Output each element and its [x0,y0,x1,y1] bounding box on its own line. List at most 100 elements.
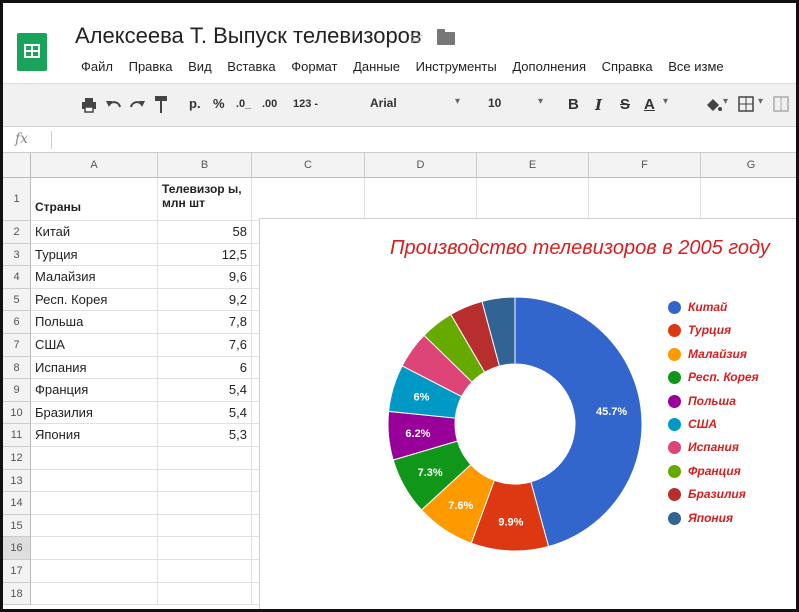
table-cell[interactable] [158,582,252,606]
row-header[interactable]: 1 [3,178,31,221]
sheets-logo-icon[interactable] [17,33,47,71]
bold-button[interactable]: B [568,96,579,113]
row-header[interactable]: 4 [3,266,31,289]
row-header[interactable]: 12 [3,447,31,470]
column-header-g[interactable]: G [701,153,796,178]
text-color-button[interactable]: A [644,96,655,113]
font-family-dropdown[interactable]: Arial [370,96,397,110]
cell-value[interactable]: 7,8 [158,311,252,334]
column-header-c[interactable]: C [252,153,365,178]
menu-addons[interactable]: Дополнения [512,59,586,74]
cell-value[interactable]: 58 [158,221,252,244]
chevron-down-icon[interactable]: ▾ [538,96,543,107]
cell-value[interactable]: 5,4 [158,379,252,402]
cell-country[interactable]: Бразилия [31,401,158,425]
row-header[interactable]: 3 [3,243,31,267]
borders-icon[interactable] [738,96,754,112]
table-cell[interactable] [31,514,158,538]
strikethrough-button[interactable]: S [620,96,630,113]
number-format-dropdown[interactable]: 123 - [293,98,318,110]
cell-country[interactable]: США [31,334,158,357]
table-cell[interactable] [31,582,158,606]
table-cell[interactable] [31,560,158,583]
cell-value[interactable]: 6 [158,356,252,380]
cell-country[interactable]: Китай [31,221,158,244]
star-icon[interactable]: ☆ [408,27,424,48]
menu-format[interactable]: Формат [291,59,337,74]
table-cell[interactable] [158,469,252,493]
undo-icon[interactable] [106,97,122,113]
chevron-down-icon[interactable]: ▾ [758,96,763,107]
column-header-d[interactable]: D [365,153,477,178]
table-cell[interactable] [31,492,158,515]
column-header-b[interactable]: B [158,153,252,178]
cell-value[interactable]: 12,5 [158,243,252,267]
cell-country[interactable]: Испания [31,356,158,380]
cell-country[interactable]: Польша [31,311,158,334]
row-header[interactable]: 14 [3,492,31,515]
row-header[interactable]: 13 [3,469,31,493]
table-cell[interactable] [158,560,252,583]
donut-chart[interactable]: Производство телевизоров в 2005 году 45.… [259,218,796,609]
chevron-down-icon[interactable]: ▾ [723,96,728,107]
row-header[interactable]: 6 [3,311,31,334]
cell-value[interactable]: 5,4 [158,401,252,425]
table-cell[interactable] [158,514,252,538]
row-header[interactable]: 9 [3,379,31,402]
row-header[interactable]: 8 [3,356,31,380]
folder-icon[interactable] [437,29,455,45]
table-cell[interactable] [31,537,158,560]
font-size-dropdown[interactable]: 10 [488,96,501,110]
table-cell[interactable] [252,178,365,221]
redo-icon[interactable] [129,97,145,113]
menu-view[interactable]: Вид [188,59,212,74]
paint-format-icon[interactable] [154,95,168,114]
cell-country[interactable]: Турция [31,243,158,267]
column-header-a[interactable]: A [31,153,158,178]
cell-value[interactable]: 9,6 [158,266,252,289]
table-cell[interactable] [701,178,796,221]
merge-cells-icon[interactable] [773,96,789,112]
cell-country[interactable]: Респ. Корея [31,288,158,312]
menu-file[interactable]: Файл [81,59,113,74]
italic-button[interactable]: I [595,96,602,114]
row-header[interactable]: 15 [3,514,31,538]
decrease-decimal-button[interactable]: .0_ [236,98,251,110]
print-icon[interactable] [81,97,97,113]
row-header[interactable]: 17 [3,560,31,583]
cell-country[interactable]: Япония [31,424,158,447]
cell-value[interactable]: 5,3 [158,424,252,447]
table-header-tv[interactable]: Телевизор ы, млн шт [158,178,252,221]
row-header[interactable]: 10 [3,401,31,425]
table-cell[interactable] [158,492,252,515]
table-cell[interactable] [589,178,701,221]
cell-country[interactable]: Малайзия [31,266,158,289]
table-cell[interactable] [365,178,477,221]
table-cell[interactable] [31,447,158,470]
table-cell[interactable] [158,447,252,470]
row-header[interactable]: 2 [3,221,31,244]
table-header-country[interactable]: Страны [31,178,158,221]
chevron-down-icon[interactable]: ▾ [455,96,460,107]
table-cell[interactable] [477,178,589,221]
select-all-corner[interactable] [3,153,31,178]
table-cell[interactable] [31,469,158,493]
document-title[interactable]: Алексеева Т. Выпуск телевизоров [75,23,422,49]
fill-color-icon[interactable] [704,96,722,114]
cell-country[interactable]: Франция [31,379,158,402]
row-header[interactable]: 7 [3,334,31,357]
percent-format-button[interactable]: % [213,96,225,111]
menu-all-changes[interactable]: Все изме [668,59,723,74]
row-header[interactable]: 5 [3,288,31,312]
menu-tools[interactable]: Инструменты [416,59,497,74]
table-cell[interactable] [158,537,252,560]
cell-value[interactable]: 7,6 [158,334,252,357]
cell-value[interactable]: 9,2 [158,288,252,312]
row-header[interactable]: 18 [3,582,31,606]
currency-format-button[interactable]: р. [189,96,201,111]
menu-data[interactable]: Данные [353,59,400,74]
column-header-f[interactable]: F [589,153,701,178]
menu-help[interactable]: Справка [602,59,653,74]
chevron-down-icon[interactable]: ▾ [663,96,668,107]
menu-edit[interactable]: Правка [129,59,173,74]
